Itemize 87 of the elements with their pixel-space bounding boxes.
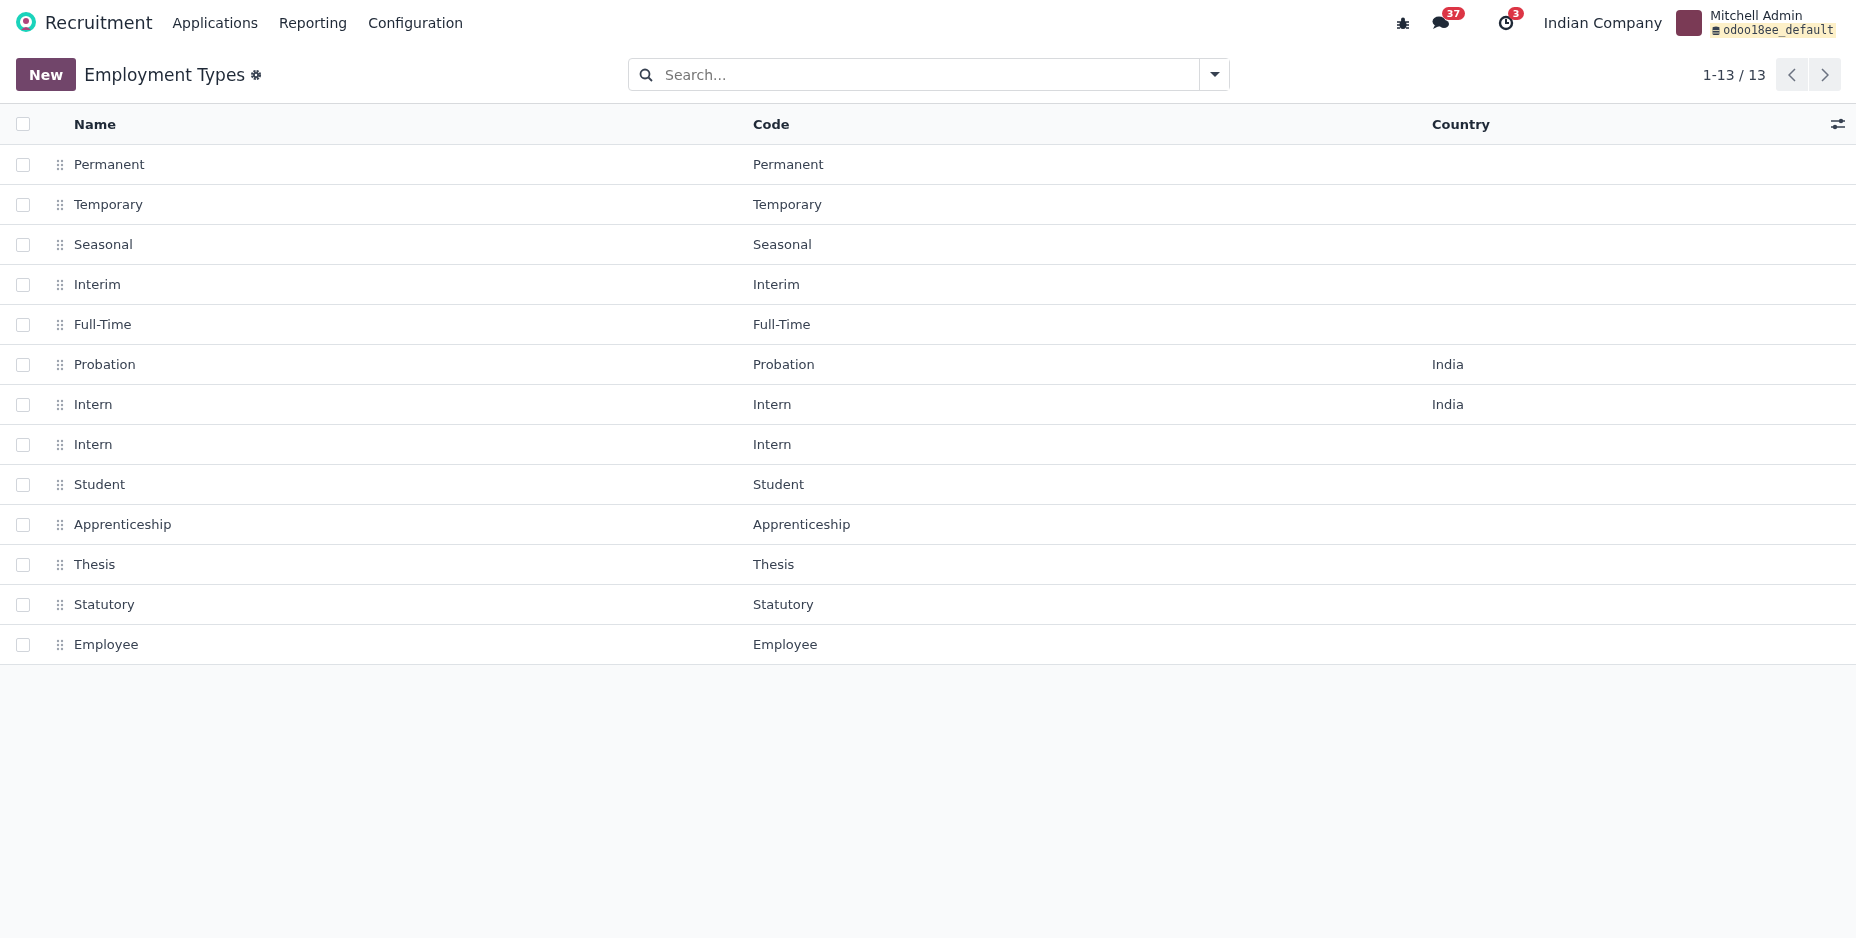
table-cell: Statutory bbox=[74, 597, 135, 612]
checkbox[interactable] bbox=[16, 117, 30, 131]
table-cell: Intern bbox=[753, 437, 792, 452]
drag-handle-icon[interactable] bbox=[56, 358, 64, 371]
user-name: Mitchell Admin bbox=[1710, 8, 1804, 23]
drag-handle-icon[interactable] bbox=[56, 278, 64, 291]
chevron-left-icon[interactable] bbox=[1788, 67, 1796, 82]
table-cell: Full-Time bbox=[74, 317, 132, 332]
table-cell: Employee bbox=[74, 637, 139, 652]
company-switcher[interactable]: Indian Company bbox=[1543, 15, 1663, 31]
drag-handle-icon[interactable] bbox=[56, 438, 64, 451]
table-cell: Intern bbox=[753, 397, 792, 412]
menu-item[interactable]: Reporting bbox=[279, 15, 348, 31]
table-cell: Permanent bbox=[753, 157, 824, 172]
table-cell: Temporary bbox=[753, 197, 822, 212]
table-cell: Apprenticeship bbox=[74, 517, 172, 532]
table-cell: India bbox=[1432, 397, 1464, 412]
drag-handle-icon[interactable] bbox=[56, 558, 64, 571]
database-icon[interactable] bbox=[1712, 25, 1721, 36]
drag-handle-icon[interactable] bbox=[56, 398, 64, 411]
database-name: odoo18ee_default bbox=[1710, 23, 1836, 38]
breadcrumb-title: Employment Types bbox=[84, 64, 246, 85]
drag-handle-icon[interactable] bbox=[56, 238, 64, 251]
search-field[interactable]: Search... bbox=[663, 65, 1199, 84]
checkbox[interactable] bbox=[16, 397, 30, 412]
search-icon[interactable] bbox=[639, 67, 653, 82]
checkbox[interactable] bbox=[16, 517, 30, 532]
clock-icon[interactable] bbox=[1497, 15, 1514, 31]
table-cell: Interim bbox=[753, 277, 800, 292]
drag-handle-icon[interactable] bbox=[56, 638, 64, 651]
menu-item[interactable]: Configuration bbox=[368, 15, 464, 31]
table-cell: Permanent bbox=[74, 157, 145, 172]
search-bar[interactable]: Search... bbox=[628, 58, 1230, 91]
avatar-placeholder[interactable] bbox=[1676, 10, 1703, 36]
activity-count-badge: 3 bbox=[1507, 7, 1525, 20]
table-cell: Apprenticeship bbox=[753, 517, 851, 532]
table-cell: Statutory bbox=[753, 597, 814, 612]
table-cell: Interim bbox=[74, 277, 121, 292]
checkbox[interactable] bbox=[16, 157, 30, 172]
checkbox[interactable] bbox=[16, 197, 30, 212]
pager-value: 1-13 / 13 bbox=[1702, 66, 1766, 83]
search-options-toggle[interactable] bbox=[1199, 59, 1229, 90]
table-cell: Temporary bbox=[74, 197, 143, 212]
column-header[interactable]: Code bbox=[753, 116, 1432, 132]
column-header[interactable]: Country bbox=[1432, 116, 1820, 132]
checkbox[interactable] bbox=[16, 317, 30, 332]
drag-handle-icon[interactable] bbox=[56, 598, 64, 611]
checkbox[interactable] bbox=[16, 477, 30, 492]
table-cell: Probation bbox=[74, 357, 136, 372]
drag-handle-icon[interactable] bbox=[56, 158, 64, 171]
table-cell: India bbox=[1432, 357, 1464, 372]
checkbox[interactable] bbox=[16, 357, 30, 372]
table-cell: Seasonal bbox=[74, 237, 133, 252]
table-cell: Student bbox=[753, 477, 805, 492]
table-cell: Thesis bbox=[753, 557, 795, 572]
previous-page-button[interactable] bbox=[1776, 58, 1808, 91]
table-cell: Employee bbox=[753, 637, 818, 652]
drag-handle-icon[interactable] bbox=[56, 478, 64, 491]
bug-icon[interactable] bbox=[1395, 16, 1410, 30]
caret-icon[interactable] bbox=[1209, 71, 1220, 78]
chevron-right-icon[interactable] bbox=[1821, 67, 1829, 82]
column-header[interactable]: Name bbox=[74, 116, 753, 132]
menu-item[interactable]: Applications bbox=[172, 15, 259, 31]
drag-handle-icon[interactable] bbox=[56, 518, 64, 531]
sliders-icon[interactable] bbox=[1831, 117, 1845, 131]
app-logo-icon[interactable] bbox=[15, 12, 37, 34]
settings-icon[interactable] bbox=[250, 68, 263, 81]
checkbox[interactable] bbox=[16, 277, 30, 292]
checkbox[interactable] bbox=[16, 637, 30, 652]
checkbox[interactable] bbox=[16, 557, 30, 572]
checkbox[interactable] bbox=[16, 237, 30, 252]
table-cell: Probation bbox=[753, 357, 815, 372]
new-button[interactable]: New bbox=[16, 58, 77, 91]
table-cell: Intern bbox=[74, 437, 113, 452]
next-page-button[interactable] bbox=[1809, 58, 1841, 91]
drag-handle-icon[interactable] bbox=[56, 198, 64, 211]
table-cell: Intern bbox=[74, 397, 113, 412]
table-cell: Seasonal bbox=[753, 237, 812, 252]
table-cell: Student bbox=[74, 477, 126, 492]
chat-icon[interactable] bbox=[1431, 15, 1450, 31]
table-cell: Full-Time bbox=[753, 317, 811, 332]
app-name-link[interactable]: Recruitment bbox=[45, 13, 153, 33]
table-cell: Thesis bbox=[74, 557, 116, 572]
checkbox[interactable] bbox=[16, 597, 30, 612]
checkbox[interactable] bbox=[16, 437, 30, 452]
message-count-badge: 37 bbox=[1441, 7, 1466, 20]
drag-handle-icon[interactable] bbox=[56, 318, 64, 331]
